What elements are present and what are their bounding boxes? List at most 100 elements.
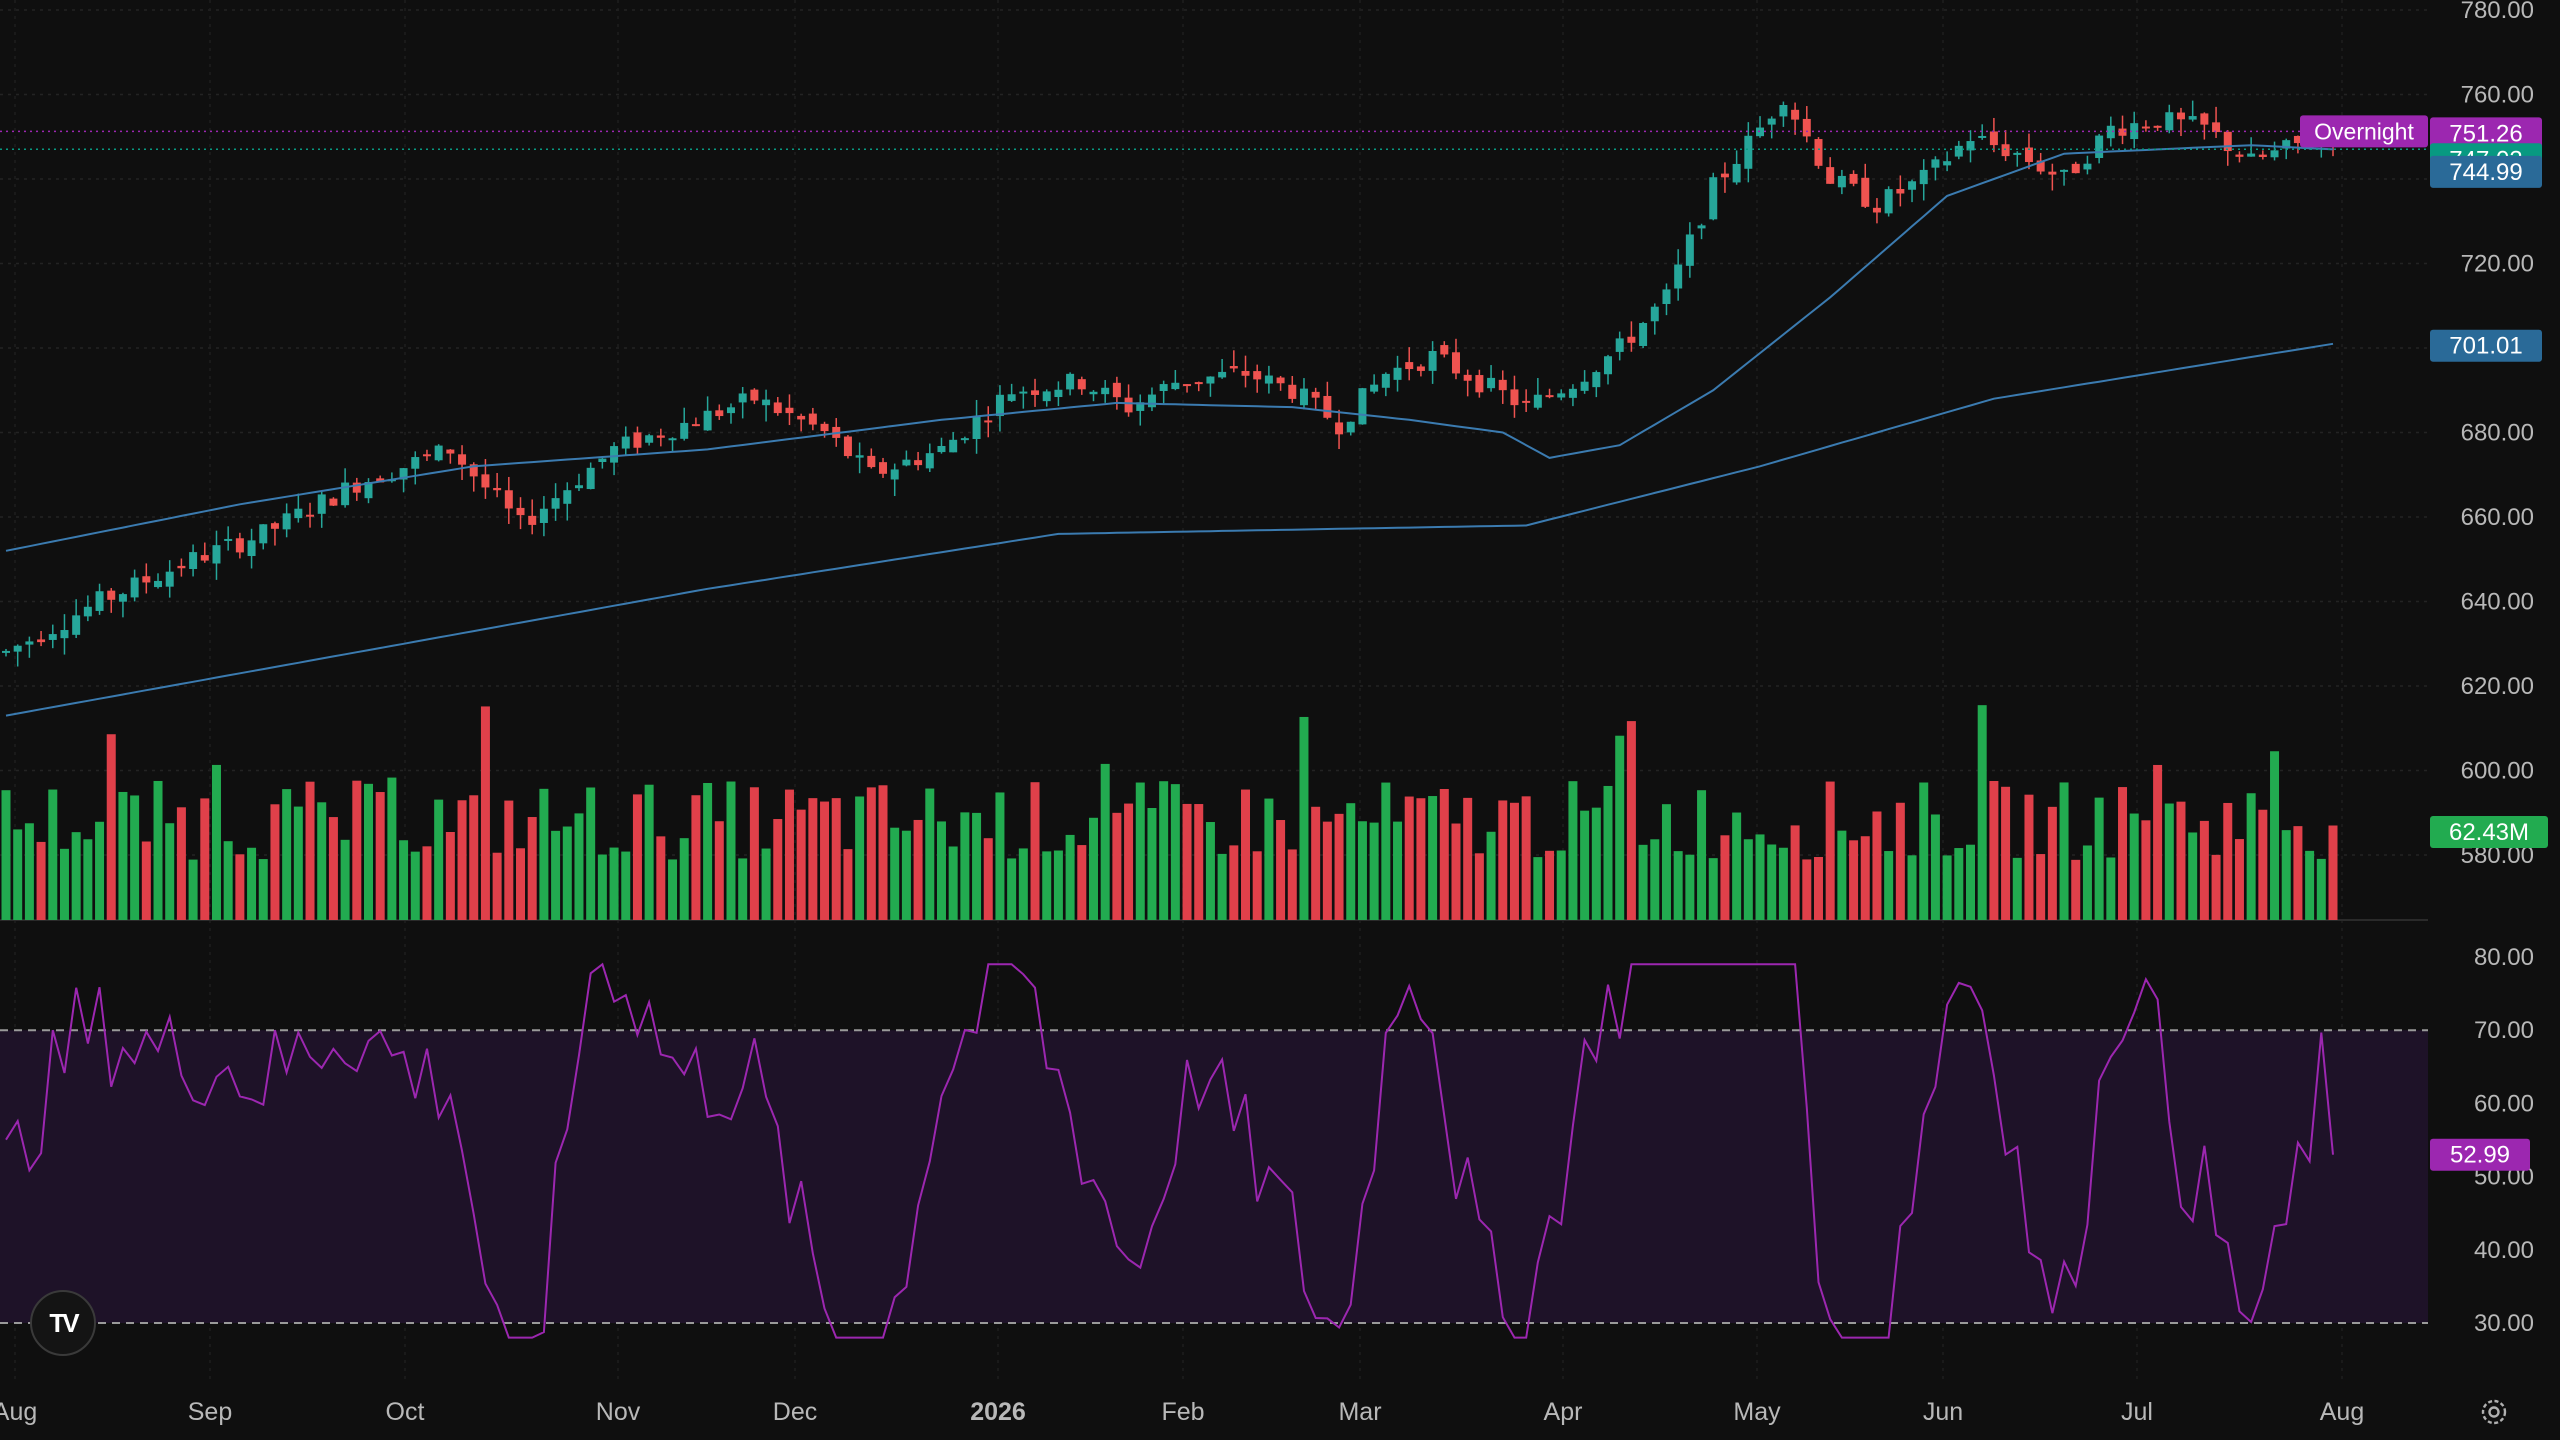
volume-bar — [2270, 751, 2280, 920]
volume-bar — [258, 859, 268, 920]
tradingview-logo[interactable]: TV — [30, 1290, 96, 1356]
x-tick-label: Jun — [1923, 1398, 1963, 1426]
volume-bar — [1837, 830, 1847, 920]
candle-body — [797, 415, 806, 420]
volume-bar — [621, 851, 631, 920]
volume-bar — [1463, 797, 1473, 920]
x-tick-label: Aug — [2320, 1398, 2364, 1426]
candle-body — [1662, 289, 1671, 305]
volume-bar — [2153, 764, 2163, 920]
candle-body — [1954, 145, 1963, 157]
volume-bar — [2223, 802, 2233, 920]
volume-bar — [504, 800, 514, 920]
candle-body — [2235, 154, 2244, 157]
volume-bar — [211, 764, 221, 920]
volume-bar — [1521, 796, 1531, 920]
gear-icon[interactable] — [2476, 1394, 2512, 1430]
volume-bar — [1615, 735, 1625, 920]
volume-bar — [2164, 803, 2174, 920]
candle-body — [306, 514, 315, 517]
candle-body — [867, 455, 876, 468]
candle-body — [1007, 394, 1016, 401]
candle-body — [762, 399, 771, 406]
candle-body — [2153, 125, 2162, 128]
volume-bar — [1182, 803, 1192, 920]
candle-body — [1089, 391, 1098, 395]
x-tick-label: Jul — [2121, 1398, 2153, 1426]
volume-bar — [223, 841, 233, 920]
candle-body — [1311, 391, 1320, 398]
volume-bar — [901, 830, 911, 920]
candle-body — [458, 454, 467, 465]
candle-body — [2247, 153, 2256, 157]
chart-area[interactable]: 780.00 760.00 720.00 680.00 660.00 640.00 620.… — [0, 0, 2560, 1440]
volume-bar — [1989, 780, 1999, 920]
volume-bar — [843, 849, 853, 920]
volume-bar — [1264, 798, 1274, 920]
candle-body — [808, 413, 817, 425]
volume-bar — [59, 848, 69, 920]
candle-body — [2001, 144, 2010, 157]
volume-bar — [1930, 814, 1940, 920]
volume-bar — [1533, 857, 1543, 920]
candle-body — [247, 540, 256, 557]
volume-bar — [1451, 823, 1461, 920]
volume-bar — [71, 832, 81, 920]
volume-bar — [328, 817, 338, 920]
y-tick-label: 660.00 — [2461, 504, 2534, 531]
candle-body — [1826, 167, 1835, 184]
candle-body — [656, 435, 665, 438]
volume-bar — [2328, 825, 2338, 920]
y-tick-label: 620.00 — [2461, 673, 2534, 700]
x-tick-label: May — [1733, 1398, 1781, 1426]
candle-body — [95, 591, 104, 611]
volume-bar — [1872, 811, 1882, 920]
volume-bar — [2246, 793, 2256, 920]
volume-bar — [1042, 851, 1052, 920]
candle-body — [1264, 375, 1273, 384]
candle-body — [2188, 116, 2197, 120]
volume-bar — [1065, 834, 1075, 920]
candle-body — [13, 645, 22, 652]
candle-body — [2013, 152, 2022, 155]
volume-bar — [141, 841, 151, 920]
volume-bar — [2305, 850, 2315, 920]
volume-bar — [574, 813, 584, 920]
volume-bar — [1697, 790, 1707, 920]
volume-bar — [410, 851, 420, 920]
chart-svg[interactable]: 780.00 760.00 720.00 680.00 660.00 640.00 620.… — [0, 0, 2560, 1440]
candle-body — [107, 590, 116, 600]
candle-body — [1545, 395, 1554, 398]
candle-body — [446, 449, 455, 454]
candle-body — [1042, 391, 1051, 402]
volume-bar — [1393, 821, 1403, 920]
volume-bar — [1907, 855, 1917, 920]
candle-body — [1744, 135, 1753, 169]
candle-body — [1872, 207, 1881, 213]
candle-body — [1299, 388, 1308, 406]
candle-body — [1837, 175, 1846, 188]
candle-body — [1896, 189, 1905, 194]
price-axis[interactable] — [2428, 0, 2560, 1440]
candle-body — [1697, 225, 1706, 229]
candle-body — [563, 490, 572, 504]
candle-body — [1767, 118, 1776, 125]
candle-body — [1966, 141, 1975, 151]
candle-body — [855, 455, 864, 458]
candle-body — [773, 402, 782, 414]
candle-body — [37, 639, 46, 643]
volume-bar — [1638, 844, 1648, 920]
volume-bar — [24, 823, 34, 920]
volume-bar — [1767, 844, 1777, 920]
volume-bar — [293, 806, 303, 920]
candle-body — [645, 435, 654, 443]
volume-bar — [1322, 821, 1332, 920]
x-tick-label: 2026 — [970, 1398, 1026, 1426]
volume-bar — [1743, 839, 1753, 920]
volume-bar — [2106, 857, 2116, 920]
candle-body — [1370, 384, 1379, 392]
candle-body — [1077, 379, 1086, 390]
candle-body — [1557, 393, 1566, 398]
volume-bar — [1486, 831, 1496, 920]
volume-bar — [936, 821, 946, 920]
